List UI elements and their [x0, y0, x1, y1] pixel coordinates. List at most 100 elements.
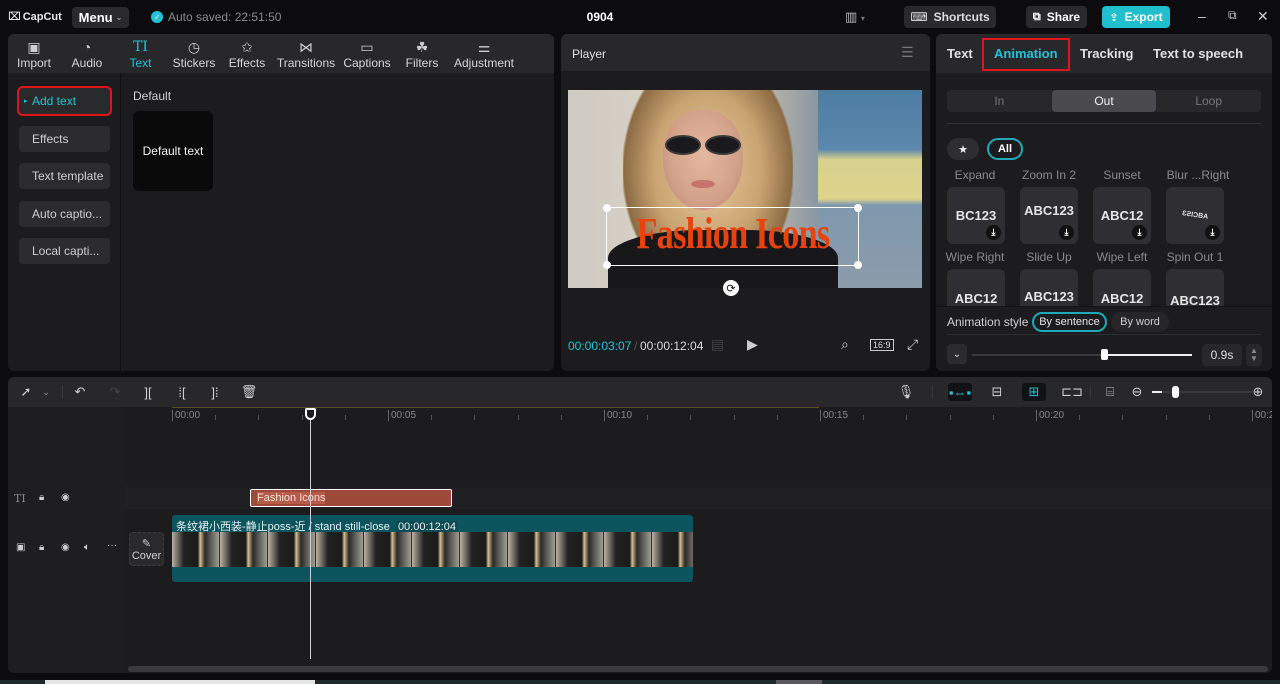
- style-by-sentence[interactable]: By sentence: [1032, 312, 1107, 332]
- tool-label: Transitions: [276, 55, 336, 70]
- import-icon: ▣: [27, 38, 41, 55]
- tab-text-to-speech[interactable]: Text to speech: [1153, 46, 1243, 61]
- timeline-grid-icon[interactable]: ▤: [711, 336, 724, 353]
- chevron-down-icon[interactable]: ▼: [1250, 355, 1258, 363]
- more-icon[interactable]: ···: [107, 540, 117, 551]
- zoom-out-icon[interactable]: ⊖: [1125, 383, 1149, 401]
- sidebar-item-effects[interactable]: Effects: [19, 126, 110, 152]
- sidebar-item-local-captions[interactable]: Local capti...: [19, 238, 110, 264]
- duration-stepper[interactable]: ▲ ▼: [1246, 344, 1262, 366]
- tool-audio[interactable]: ◔ Audio: [60, 34, 114, 73]
- linkage-icon[interactable]: ⊞: [1022, 383, 1046, 401]
- animation-preview: ABC123: [1024, 289, 1074, 304]
- resize-handle[interactable]: [854, 204, 862, 212]
- tool-stickers[interactable]: ◷ Stickers: [167, 34, 221, 73]
- lock-icon[interactable]: 🔒︎: [39, 492, 44, 503]
- filter-all[interactable]: All: [987, 138, 1023, 160]
- resize-handle[interactable]: [603, 204, 611, 212]
- text-clip[interactable]: Fashion Icons: [250, 489, 452, 507]
- preview-axis-icon[interactable]: ⊏⊐: [1060, 383, 1084, 401]
- eye-icon[interactable]: ◉: [61, 542, 70, 553]
- chevron-down-icon[interactable]: ⌄: [34, 383, 58, 401]
- duration-input[interactable]: 0.9s: [1202, 344, 1242, 366]
- ruler-tick: [733, 415, 735, 420]
- slider-fill: [1104, 354, 1192, 356]
- split-left-icon[interactable]: ⁞[: [170, 383, 194, 401]
- undo-icon[interactable]: ↶: [68, 383, 92, 401]
- sidebar-item-auto-captions[interactable]: Auto captio...: [19, 201, 110, 227]
- sidebar-item-text-template[interactable]: Text template: [19, 163, 110, 189]
- selection-box[interactable]: [603, 204, 862, 269]
- zoom-to-fit-icon[interactable]: ⌸: [1098, 383, 1122, 401]
- tool-text[interactable]: TI Text: [114, 34, 167, 73]
- redo-icon[interactable]: ↷: [103, 383, 127, 401]
- video-track-icon: ▣: [16, 542, 26, 553]
- slider-knob[interactable]: [1101, 349, 1108, 360]
- fullscreen-icon[interactable]: ⤢: [907, 336, 918, 353]
- download-icon[interactable]: ⤓: [986, 225, 1001, 240]
- export-button[interactable]: ⇪ Export: [1102, 6, 1170, 28]
- favorites-filter[interactable]: ★: [947, 138, 979, 160]
- animation-card[interactable]: ABC12 ⤓: [1093, 187, 1151, 244]
- delete-icon[interactable]: 🗑: [237, 383, 261, 401]
- hamburger-menu-icon[interactable]: ☰: [901, 44, 914, 61]
- segment-out[interactable]: Out: [1051, 90, 1157, 112]
- play-button[interactable]: ▶: [747, 336, 758, 353]
- slider-knob[interactable]: [1172, 386, 1179, 398]
- playhead-handle[interactable]: [305, 408, 316, 420]
- minimize-button[interactable]: –: [1198, 8, 1206, 24]
- share-button[interactable]: ⧉ Share: [1026, 6, 1087, 28]
- download-icon[interactable]: ⤓: [1205, 225, 1220, 240]
- animation-card[interactable]: BC123 ⤓: [947, 187, 1005, 244]
- auto-snap-icon[interactable]: ⊟: [985, 383, 1009, 401]
- sidebar-item-add-text[interactable]: ▸ Add text: [17, 86, 112, 116]
- segment-loop[interactable]: Loop: [1156, 90, 1261, 112]
- menu-button[interactable]: Menu ⌄: [72, 7, 129, 28]
- microphone-icon[interactable]: 🎙: [894, 383, 918, 401]
- video-preview[interactable]: Fashion Icons: [568, 90, 922, 288]
- animation-card[interactable]: ƐƧIƆBA ⤓: [1166, 187, 1224, 244]
- stickers-icon: ◷: [187, 38, 201, 55]
- download-icon[interactable]: ⤓: [1132, 225, 1147, 240]
- split-right-icon[interactable]: ]⁞: [203, 383, 227, 401]
- split-icon[interactable]: ][: [136, 383, 160, 401]
- close-button[interactable]: ✕: [1257, 8, 1269, 25]
- ruler-tick: [258, 415, 260, 420]
- zoom-fit-icon[interactable]: ⌕: [841, 336, 849, 353]
- ruler-label: 00:20: [1039, 410, 1065, 421]
- horizontal-scrollbar[interactable]: [128, 666, 1268, 672]
- segment-in[interactable]: In: [947, 90, 1052, 112]
- maximize-button[interactable]: ⧉: [1228, 8, 1237, 23]
- default-text-card[interactable]: Default text: [133, 111, 213, 191]
- tool-captions[interactable]: ▭ Captions: [339, 34, 395, 73]
- chevron-down-icon[interactable]: ⌄: [947, 344, 967, 364]
- rotate-handle-icon[interactable]: ⟳: [723, 280, 739, 296]
- animation-card[interactable]: ABC123 ⤓: [1020, 187, 1078, 244]
- tool-adjustment[interactable]: ⚌ Adjustment: [449, 34, 519, 73]
- video-clip[interactable]: 条纹裙小西装-静止poss-近 / stand still-close 00:00…: [172, 515, 693, 582]
- tab-tracking[interactable]: Tracking: [1080, 46, 1133, 61]
- aspect-ratio-button[interactable]: 16:9: [870, 339, 894, 351]
- tool-import[interactable]: ▣ Import: [8, 34, 60, 73]
- resize-handle[interactable]: [854, 261, 862, 269]
- download-icon[interactable]: ⤓: [1059, 225, 1074, 240]
- autosave-status: ✓ Auto saved: 22:51:50: [151, 10, 281, 24]
- timeline-zoom-slider[interactable]: [1152, 386, 1252, 398]
- resize-handle[interactable]: [603, 261, 611, 269]
- cover-button[interactable]: ✎ Cover: [129, 532, 164, 566]
- eye-icon[interactable]: ◉: [61, 492, 70, 503]
- tab-text[interactable]: Text: [947, 46, 973, 61]
- style-by-word[interactable]: By word: [1111, 312, 1169, 332]
- tool-filters[interactable]: ☘ Filters: [395, 34, 449, 73]
- divider: [932, 385, 933, 399]
- speaker-icon[interactable]: 🔈︎: [84, 542, 90, 553]
- tool-effects[interactable]: ✩ Effects: [221, 34, 273, 73]
- lock-icon[interactable]: 🔒︎: [39, 542, 44, 553]
- duration-slider[interactable]: [972, 349, 1192, 360]
- layout-button[interactable]: ▥ ▾: [845, 9, 865, 25]
- shortcuts-button[interactable]: ⌨ Shortcuts: [904, 6, 996, 28]
- app-logo: ⌧ CapCut: [8, 10, 62, 24]
- tool-transitions[interactable]: ⋈ Transitions: [273, 34, 339, 73]
- zoom-in-icon[interactable]: ⊕: [1246, 383, 1270, 401]
- main-track-magnet-icon[interactable]: ▪⇔▪: [948, 383, 972, 401]
